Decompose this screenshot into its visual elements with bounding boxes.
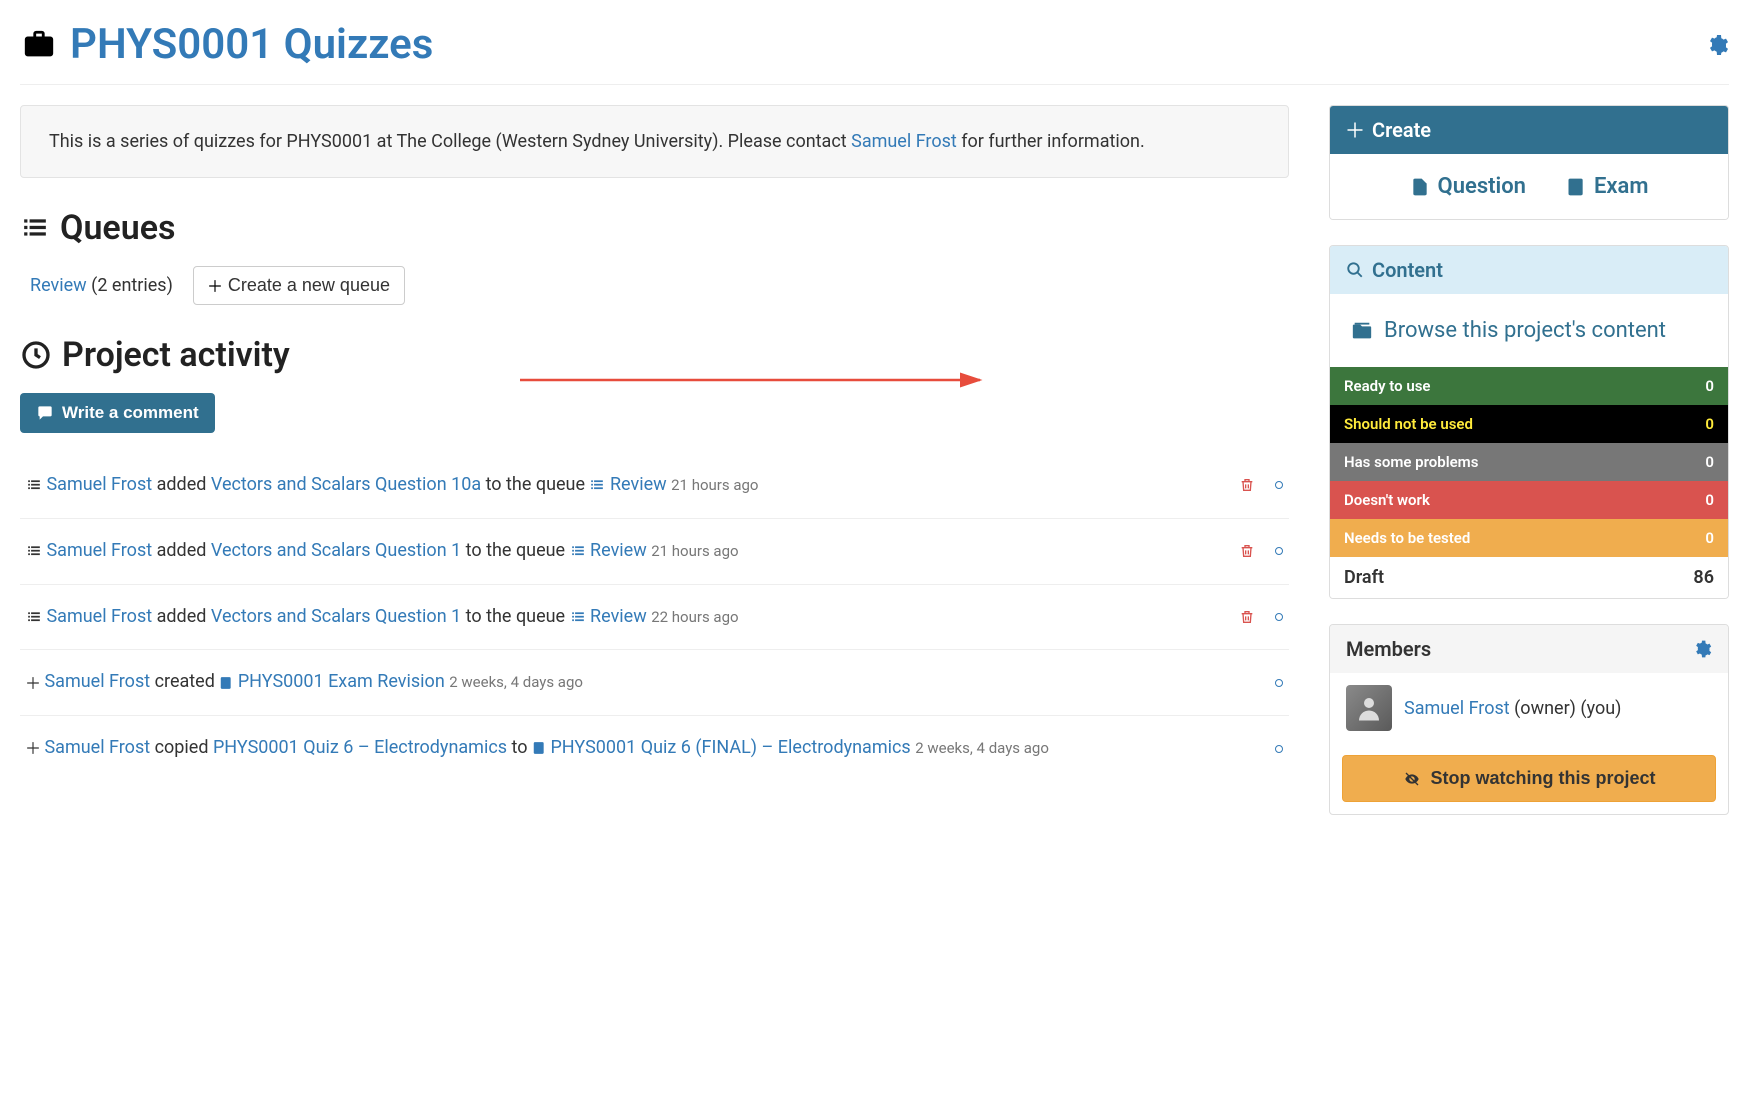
activity-object-link[interactable]: PHYS0001 Exam Revision xyxy=(238,671,445,692)
contact-link[interactable]: Samuel Frost xyxy=(851,131,957,152)
plus-icon xyxy=(1346,121,1364,139)
status-label: Should not be used xyxy=(1344,415,1473,433)
members-panel-header: Members xyxy=(1330,625,1728,673)
create-question-link[interactable]: Question xyxy=(1410,174,1526,199)
activity-user-link[interactable]: Samuel Frost xyxy=(46,540,152,561)
activity-heading: Project activity xyxy=(20,335,1289,375)
delete-button[interactable] xyxy=(1239,476,1255,494)
activity-lead-icon xyxy=(26,606,42,627)
status-row[interactable]: Should not be used 0 xyxy=(1330,405,1728,443)
activity-user-link[interactable]: Samuel Frost xyxy=(44,737,150,758)
content-panel-header: Content xyxy=(1330,246,1728,294)
review-queue-link[interactable]: Review xyxy=(30,275,87,296)
status-row[interactable]: Has some problems 0 xyxy=(1330,443,1728,481)
activity-time: 22 hours ago xyxy=(651,608,738,626)
mark-dot[interactable] xyxy=(1275,613,1283,621)
create-queue-button[interactable]: Create a new queue xyxy=(193,266,405,305)
activity-lead-icon xyxy=(26,540,42,561)
status-count: 0 xyxy=(1705,415,1714,433)
create-panel: Create Question Exam xyxy=(1329,105,1729,220)
mark-dot[interactable] xyxy=(1275,679,1283,687)
status-label: Draft xyxy=(1344,567,1384,588)
members-panel: Members Samuel Frost (owner) (you) xyxy=(1329,624,1729,815)
queues-heading: Queues xyxy=(20,208,1289,248)
activity-time: 2 weeks, 4 days ago xyxy=(915,739,1049,757)
folder-icon xyxy=(1350,320,1374,342)
search-icon xyxy=(1346,261,1364,279)
activity-user-link[interactable]: Samuel Frost xyxy=(44,671,150,692)
file-icon xyxy=(1410,175,1430,199)
activity-time: 21 hours ago xyxy=(671,476,758,494)
activity-lead-icon xyxy=(26,671,40,692)
activity-user-link[interactable]: Samuel Frost xyxy=(46,606,152,627)
activity-item: Samuel Frost copied PHYS0001 Quiz 6 – El… xyxy=(20,716,1289,781)
status-row[interactable]: Draft 86 xyxy=(1330,557,1728,598)
activity-list: Samuel Frost added Vectors and Scalars Q… xyxy=(20,453,1289,781)
status-label: Needs to be tested xyxy=(1344,529,1470,547)
create-exam-link[interactable]: Exam xyxy=(1566,174,1648,199)
page-title: PHYS0001 Quizzes xyxy=(20,20,433,69)
activity-lead-icon xyxy=(26,737,40,758)
activity-object-link[interactable]: Vectors and Scalars Question 10a xyxy=(211,474,481,495)
activity-target-link[interactable]: Review xyxy=(610,474,667,495)
clock-icon xyxy=(20,339,52,371)
activity-item: Samuel Frost added Vectors and Scalars Q… xyxy=(20,519,1289,585)
page-header: PHYS0001 Quizzes xyxy=(20,20,1729,85)
activity-object-link[interactable]: Vectors and Scalars Question 1 xyxy=(211,606,461,627)
delete-button[interactable] xyxy=(1239,608,1255,626)
status-list: Ready to use0Should not be used0Has some… xyxy=(1330,367,1728,598)
mark-dot[interactable] xyxy=(1275,481,1283,489)
delete-button[interactable] xyxy=(1239,542,1255,560)
stop-watching-button[interactable]: Stop watching this project xyxy=(1342,755,1716,802)
status-row[interactable]: Needs to be tested 0 xyxy=(1330,519,1728,557)
comment-icon xyxy=(36,405,54,421)
plus-icon xyxy=(208,279,222,293)
members-settings-button[interactable] xyxy=(1692,639,1712,659)
queue-controls: Review (2 entries) Create a new queue xyxy=(20,266,1289,305)
status-count: 0 xyxy=(1705,491,1714,509)
status-count: 0 xyxy=(1705,377,1714,395)
status-count: 86 xyxy=(1693,567,1714,588)
status-label: Doesn't work xyxy=(1344,491,1430,509)
create-panel-header: Create xyxy=(1330,106,1728,154)
avatar xyxy=(1346,685,1392,731)
activity-target-link[interactable]: Review xyxy=(590,606,647,627)
settings-button[interactable] xyxy=(1705,33,1729,57)
status-row[interactable]: Doesn't work 0 xyxy=(1330,481,1728,519)
status-label: Has some problems xyxy=(1344,453,1478,471)
activity-item: Samuel Frost created PHYS0001 Exam Revis… xyxy=(20,650,1289,716)
activity-time: 2 weeks, 4 days ago xyxy=(449,673,583,691)
project-description: This is a series of quizzes for PHYS0001… xyxy=(20,105,1289,178)
eye-slash-icon xyxy=(1402,771,1422,787)
status-row[interactable]: Ready to use 0 xyxy=(1330,367,1728,405)
activity-object-link[interactable]: Vectors and Scalars Question 1 xyxy=(211,540,461,561)
member-row: Samuel Frost (owner) (you) xyxy=(1330,673,1728,743)
member-link[interactable]: Samuel Frost xyxy=(1404,698,1510,719)
write-comment-button[interactable]: Write a comment xyxy=(20,393,215,433)
content-panel: Content Browse this project's content Re… xyxy=(1329,245,1729,599)
mark-dot[interactable] xyxy=(1275,547,1283,555)
activity-item: Samuel Frost added Vectors and Scalars Q… xyxy=(20,585,1289,651)
status-label: Ready to use xyxy=(1344,377,1431,395)
mark-dot[interactable] xyxy=(1275,745,1283,753)
book-icon xyxy=(1566,175,1586,199)
activity-time: 21 hours ago xyxy=(651,542,738,560)
activity-user-link[interactable]: Samuel Frost xyxy=(46,474,152,495)
status-count: 0 xyxy=(1705,529,1714,547)
activity-target-link[interactable]: Review xyxy=(590,540,647,561)
activity-lead-icon xyxy=(26,474,42,495)
briefcase-icon xyxy=(20,28,58,62)
list-icon xyxy=(20,215,50,241)
status-count: 0 xyxy=(1705,453,1714,471)
browse-content-link[interactable]: Browse this project's content xyxy=(1350,314,1708,347)
activity-item: Samuel Frost added Vectors and Scalars Q… xyxy=(20,453,1289,519)
activity-target-link[interactable]: PHYS0001 Quiz 6 (FINAL) – Electrodynamic… xyxy=(550,737,910,758)
activity-object-link[interactable]: PHYS0001 Quiz 6 – Electrodynamics xyxy=(213,737,507,758)
